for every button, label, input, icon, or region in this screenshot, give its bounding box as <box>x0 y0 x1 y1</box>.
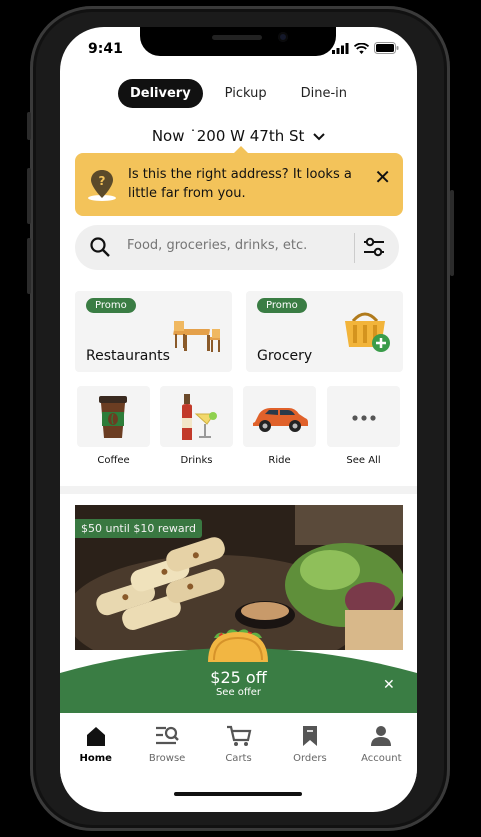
card-title: Restaurants <box>86 348 170 364</box>
mode-dine-in[interactable]: Dine-in <box>289 79 359 108</box>
tile-ride[interactable] <box>243 386 316 447</box>
promo-badge: Promo <box>86 298 136 313</box>
tile-label-drinks: Drinks <box>180 455 213 466</box>
address-label: Now ˙200 W 47th St <box>151 127 305 145</box>
nav-browse[interactable]: Browse <box>131 713 202 783</box>
restaurants-card[interactable]: Promo Restaurants <box>75 291 232 372</box>
nav-orders[interactable]: Orders <box>274 713 345 783</box>
status-time: 9:41 <box>88 41 123 57</box>
banner-text: Is this the right address? It looks a li… <box>128 167 352 201</box>
nav-label: Account <box>361 753 402 764</box>
notch <box>140 27 336 56</box>
reward-badge: $50 until $10 reward <box>75 519 202 538</box>
tile-see-all[interactable] <box>327 386 400 447</box>
mode-pickup[interactable]: Pickup <box>213 79 279 108</box>
speaker <box>212 35 262 40</box>
nav-label: Carts <box>225 753 252 764</box>
nav-label: Orders <box>293 753 327 764</box>
chevron-down-icon <box>313 133 325 141</box>
address-selector[interactable]: Now ˙200 W 47th St <box>60 127 417 145</box>
car-icon <box>253 408 308 432</box>
wifi-icon <box>354 43 369 54</box>
coffee-cup-icon <box>99 396 127 438</box>
svg-text:?: ? <box>99 174 106 188</box>
bottom-nav: Home Browse Carts Orders Account <box>60 713 417 783</box>
nav-carts[interactable]: Carts <box>203 713 274 783</box>
see-offer-link[interactable]: See offer <box>60 687 417 698</box>
nav-account[interactable]: Account <box>346 713 417 783</box>
banner-caret <box>233 146 249 154</box>
mode-selector: Delivery Pickup Dine-in <box>60 79 417 108</box>
taco-icon <box>208 629 268 662</box>
home-indicator <box>174 792 302 796</box>
mute-switch <box>27 112 31 140</box>
drinks-icon <box>182 394 217 440</box>
power-button <box>450 190 454 276</box>
battery-icon <box>374 42 399 54</box>
grocery-basket-icon <box>345 312 390 352</box>
home-icon <box>86 727 105 746</box>
dining-table-icon <box>173 321 220 352</box>
search-divider <box>354 233 355 263</box>
search-icon <box>90 237 110 257</box>
address-warning-banner: ? Is this the right address? It looks a … <box>75 146 403 216</box>
nav-label: Browse <box>148 753 186 764</box>
search-input[interactable] <box>125 237 359 254</box>
volume-up-button <box>27 168 31 224</box>
cart-icon <box>226 725 251 746</box>
tile-drinks[interactable] <box>160 386 233 447</box>
tile-label-coffee: Coffee <box>97 455 130 466</box>
nav-home[interactable]: Home <box>60 713 131 783</box>
offer-title: $25 off <box>210 668 267 687</box>
volume-down-button <box>27 238 31 294</box>
tile-coffee[interactable] <box>77 386 150 447</box>
signal-icon <box>332 43 349 54</box>
tile-label-ride: Ride <box>268 455 291 466</box>
more-dots-icon <box>352 415 376 421</box>
grocery-card[interactable]: Promo Grocery <box>246 291 403 372</box>
bookmark-icon <box>302 726 317 746</box>
account-icon <box>371 726 392 746</box>
location-question-icon: ? <box>88 170 116 201</box>
tile-label-see-all: See All <box>346 455 381 466</box>
card-title: Grocery <box>257 348 313 364</box>
filter-icon[interactable] <box>363 237 385 257</box>
search-bar <box>75 225 399 270</box>
close-icon[interactable]: ✕ <box>374 165 391 189</box>
close-icon[interactable]: ✕ <box>383 677 395 693</box>
promo-badge: Promo <box>257 298 307 313</box>
nav-label: Home <box>79 753 112 764</box>
browse-icon <box>156 726 179 745</box>
section-divider <box>60 486 417 494</box>
camera <box>278 32 288 42</box>
app-screen: 9:41 Delivery Pickup Dine-in Now ˙200 W … <box>60 27 417 812</box>
status-icons <box>332 42 399 54</box>
mode-delivery[interactable]: Delivery <box>117 79 203 108</box>
